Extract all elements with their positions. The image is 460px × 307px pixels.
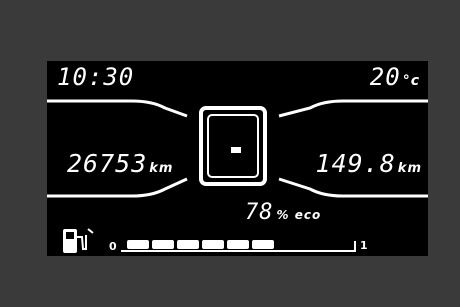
odometer-readout: 26753 km	[67, 149, 173, 178]
odometer-unit: km	[149, 161, 174, 176]
temperature-value: 20	[369, 63, 401, 91]
eco-unit: % eco	[276, 208, 322, 222]
fuel-gauge-segment	[127, 240, 149, 249]
eco-value: 78	[245, 200, 274, 225]
trip-value: 149.8	[315, 149, 396, 178]
trip-readout: 149.8 km	[316, 149, 422, 178]
fuel-gauge-segment	[202, 240, 224, 249]
odometer-value: 26753	[67, 149, 148, 178]
temperature-unit: °c	[402, 73, 420, 89]
center-indicator	[199, 106, 267, 186]
eco-readout: 78% eco	[245, 200, 321, 225]
fuel-gauge-segment	[152, 240, 174, 249]
clock-readout: 10:30	[57, 63, 135, 91]
center-indicator-inner	[207, 114, 259, 178]
fuel-pump-icon	[63, 228, 94, 253]
fuel-gauge-segment	[177, 240, 199, 249]
fuel-gauge-segment	[252, 240, 274, 249]
fuel-gauge	[121, 240, 356, 252]
center-indicator-mark	[231, 147, 241, 153]
fuel-empty-label: 0	[109, 240, 117, 253]
fuel-gauge-segment	[227, 240, 249, 249]
trip-unit: km	[397, 161, 422, 176]
fuel-full-label: 1	[360, 239, 368, 252]
instrument-display: 10:30 20 °c 26753 km 149.8 km 78% eco 0 1	[47, 61, 428, 256]
temperature-readout: 20 °c	[370, 63, 420, 91]
